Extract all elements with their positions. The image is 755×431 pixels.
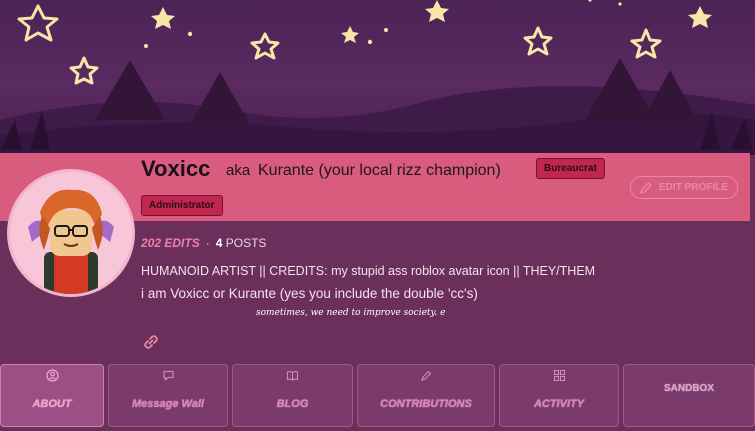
link-icon[interactable] bbox=[141, 332, 161, 357]
book-icon bbox=[286, 371, 299, 381]
tab-blog-label: BLOG bbox=[276, 398, 309, 410]
stats-separator: · bbox=[205, 236, 210, 250]
tab-sandbox-label: SANDBOX bbox=[663, 383, 714, 394]
aka-prefix: aka bbox=[226, 162, 251, 179]
administrator-badge[interactable]: Administrator bbox=[141, 195, 223, 216]
tab-contributions-label: CONTRIBUTIONS bbox=[380, 398, 472, 410]
posts-count: 4 POSTS bbox=[216, 236, 267, 250]
edit-profile-button[interactable]: EDIT PROFILE bbox=[630, 176, 738, 199]
tab-contributions[interactable]: CONTRIBUTIONS bbox=[357, 364, 495, 427]
bureaucrat-badge[interactable]: Bureaucrat bbox=[536, 158, 605, 179]
profile-banner bbox=[0, 0, 755, 155]
tab-about-label: ABOUT bbox=[32, 398, 72, 410]
tab-message-wall[interactable]: Message Wall bbox=[108, 364, 228, 427]
aka-name: Kurante (your local rizz champion) bbox=[258, 162, 501, 179]
avatar bbox=[7, 169, 135, 297]
edit-profile-label: EDIT PROFILE bbox=[659, 182, 728, 193]
username: Voxicc bbox=[141, 156, 211, 181]
tab-activity[interactable]: ACTIVITY bbox=[499, 364, 619, 427]
banner-illustration bbox=[0, 0, 755, 155]
avatar-image bbox=[10, 172, 132, 294]
bio-line-3: sometimes, we need to improve society. e bbox=[256, 308, 446, 318]
profile-tabs: ABOUT Message Wall BLOG CONTRIBUTIONS AC… bbox=[0, 364, 755, 428]
tab-about[interactable]: ABOUT bbox=[0, 364, 104, 427]
tab-message-wall-label: Message Wall bbox=[132, 398, 204, 410]
tab-sandbox[interactable]: SANDBOX bbox=[623, 364, 755, 427]
edits-count-link[interactable]: 202 EDITS bbox=[141, 236, 200, 250]
posts-count-number: 4 bbox=[215, 236, 223, 250]
user-icon bbox=[45, 369, 59, 382]
profile-stats: 202 EDITS · 4 POSTS bbox=[141, 236, 266, 250]
speech-bubble-icon bbox=[162, 370, 174, 381]
tab-activity-label: ACTIVITY bbox=[533, 398, 585, 410]
grid-icon bbox=[553, 369, 565, 382]
bio-line-1: HUMANOID ARTIST || CREDITS: my stupid as… bbox=[141, 264, 596, 278]
tab-blog[interactable]: BLOG bbox=[232, 364, 353, 427]
pencil-icon bbox=[420, 370, 431, 381]
posts-count-label: POSTS bbox=[225, 236, 267, 250]
pencil-icon bbox=[640, 181, 652, 194]
bio-line-2: i am Voxicc or Kurante (yes you include … bbox=[141, 286, 478, 301]
